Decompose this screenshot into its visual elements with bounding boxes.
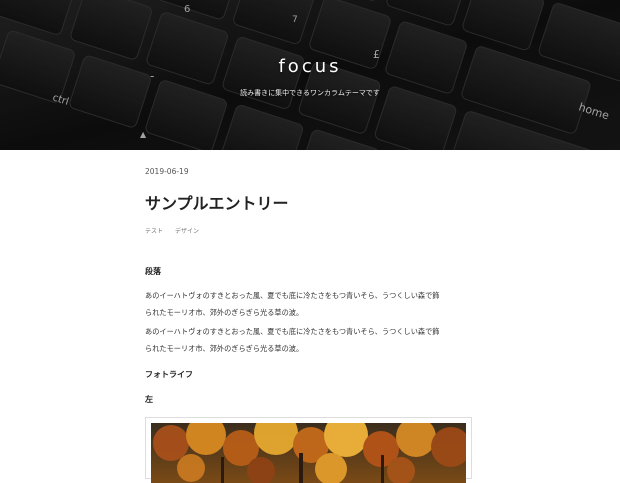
tag-test[interactable]: テスト: [145, 228, 163, 235]
paragraph-1: あのイーハトヴォのすきとおった風、夏でも底に冷たさをもつ青いそら、うつくしい森で…: [145, 287, 475, 321]
paragraph-1-line-1: あのイーハトヴォのすきとおった風、夏でも底に冷たさをもつ青いそら、うつくしい森で…: [145, 291, 440, 300]
header-image: ctrl home 6 £ 7 - ▲ focus 読み書きに集中できるワンカラ…: [0, 0, 620, 150]
post-date[interactable]: 2019-06-19: [145, 167, 189, 176]
autumn-tree-photo: [151, 423, 466, 483]
tag-design[interactable]: デザイン: [175, 228, 199, 235]
paragraph-2-line-2: られたモーリオ市、郊外のぎらぎら光る草の波。: [145, 344, 304, 353]
section-heading-paragraph: 段落: [145, 267, 161, 276]
site-tagline: 読み書きに集中できるワンカラムテーマです: [240, 89, 380, 97]
paragraph-1-line-2: られたモーリオ市、郊外のぎらぎら光る草の波。: [145, 308, 304, 317]
site-title[interactable]: focus: [0, 56, 620, 77]
section-heading-left: 左: [145, 395, 153, 404]
post-tags: テスト デザイン: [145, 226, 209, 235]
paragraph-2: あのイーハトヴォのすきとおった風、夏でも底に冷たさをもつ青いそら、うつくしい森で…: [145, 323, 475, 357]
photo-figure[interactable]: [145, 417, 472, 483]
section-heading-photolife: フォトライフ: [145, 370, 193, 379]
paragraph-2-line-1: あのイーハトヴォのすきとおった風、夏でも底に冷たさをもつ青いそら、うつくしい森で…: [145, 327, 440, 336]
post-title[interactable]: サンプルエントリー: [145, 190, 289, 214]
